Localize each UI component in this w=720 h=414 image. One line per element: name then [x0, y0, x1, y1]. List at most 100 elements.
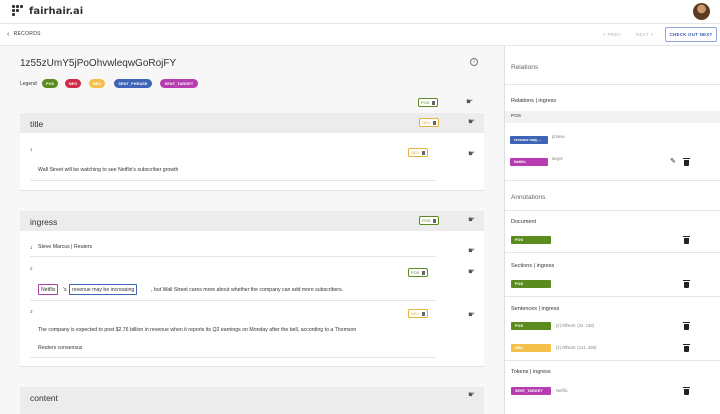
relation-phrase-note: phrase [552, 134, 565, 139]
title-card-header [20, 113, 484, 133]
trash-icon[interactable] [683, 158, 690, 166]
relation-group-label: POS [511, 114, 522, 119]
line-number: 3 [30, 309, 33, 314]
sent-target-highlight[interactable]: Netflix [38, 284, 59, 295]
trash-icon[interactable] [433, 120, 437, 125]
legend-neu: NEU [89, 79, 105, 88]
ingress-line-2-tag[interactable]: POS [408, 268, 429, 277]
content-card-heading: content [30, 393, 58, 403]
app-name: fairhair.ai [29, 5, 84, 17]
ingress-card-tag[interactable]: POS [419, 216, 440, 225]
document-tag[interactable]: POS [418, 98, 439, 107]
legend-neg: NEG [65, 79, 81, 88]
back-to-records-link[interactable]: ‹ RECORDS [7, 30, 41, 38]
trash-icon[interactable] [422, 270, 426, 275]
logo[interactable]: fairhair.ai [12, 5, 83, 17]
back-label: RECORDS [13, 31, 41, 37]
section-divider [505, 180, 720, 181]
prev-button[interactable]: < PREV [603, 32, 621, 37]
annotations-title: Annotations [511, 194, 546, 201]
trash-icon[interactable] [683, 280, 690, 288]
line-divider [30, 357, 436, 358]
document-pos-badge[interactable]: POS [511, 236, 551, 244]
trash-icon[interactable] [683, 322, 690, 330]
title-card-heading: title [30, 119, 44, 129]
line-number: 2 [30, 266, 33, 271]
title-card-tag-label: NEU [422, 120, 431, 125]
document-tag-label: POS [421, 100, 430, 105]
sentence-neu-badge[interactable]: NEU [511, 344, 551, 352]
ingress-line-3-tag[interactable]: NEU [408, 309, 429, 318]
hand-pointer-icon[interactable]: ☛ [468, 118, 477, 126]
trash-icon[interactable] [422, 311, 426, 316]
document-label: Document [511, 219, 537, 225]
sections-label: Sections | ingress [511, 263, 555, 269]
next-button[interactable]: NEXT > [636, 32, 654, 37]
section-divider [505, 210, 720, 211]
hand-pointer-icon[interactable]: ☛ [468, 391, 477, 399]
trash-icon[interactable] [422, 150, 426, 155]
line-divider [30, 180, 436, 181]
sentence-neu-offsets: [3] Offsets: (141, 286) [556, 345, 597, 350]
trash-icon[interactable] [432, 100, 436, 105]
legend-label: Legend [20, 81, 37, 87]
line-number: 1 [30, 245, 33, 250]
relation-group-header [505, 111, 720, 123]
line-divider [30, 300, 436, 301]
top-bar: fairhair.ai [0, 0, 720, 24]
token-target-badge[interactable]: SENT_TARGET [511, 387, 551, 395]
section-divider [505, 360, 720, 361]
ingress-card-header [20, 211, 484, 231]
ingress-line-3-text-cont[interactable]: Reuters consensus [38, 345, 82, 351]
ingress-line-3-text[interactable]: The company is expected to post $2.76 bi… [38, 327, 356, 333]
ingress-card-tag-label: POS [422, 218, 431, 223]
hand-pointer-icon[interactable]: ☛ [468, 150, 477, 158]
relation-target-note: target [552, 156, 563, 161]
relation-phrase-badge[interactable]: revenue may ... [510, 136, 548, 144]
trash-icon[interactable] [683, 387, 690, 395]
hand-pointer-icon[interactable]: ☛ [468, 268, 477, 276]
relation-target-badge[interactable]: Netflix [510, 158, 548, 166]
sentence-pos-badge[interactable]: POS [511, 322, 551, 330]
check-out-next-button[interactable]: CHECK OUT NEXT [665, 27, 717, 42]
ingress-line-2-tag-label: POS [411, 270, 420, 275]
logo-mark-icon [12, 5, 24, 17]
avatar[interactable] [693, 3, 710, 20]
ingress-card-body [20, 231, 484, 367]
legend-sent-phrase: SENT_PHRASE [114, 79, 152, 88]
ingress-line-2-text[interactable]: , but Wall Street cares more about wheth… [151, 287, 343, 293]
chevron-left-icon: ‹ [7, 30, 10, 38]
ingress-line-1-text[interactable]: Steve Marcus | Reuters [38, 244, 92, 250]
title-card-tag[interactable]: NEU [419, 118, 440, 127]
sent-phrase-highlight[interactable]: revenue may be increasing [69, 284, 138, 295]
trash-icon[interactable] [683, 236, 690, 244]
section-divider [505, 296, 720, 297]
token-target-note: Netflix [556, 388, 568, 393]
record-toolbar: ‹ RECORDS < PREV NEXT > CHECK OUT NEXT [0, 24, 720, 46]
ingress-card-heading: ingress [30, 217, 58, 227]
possessive-text: 's [63, 287, 67, 293]
info-icon[interactable]: i [470, 58, 478, 66]
relations-title: Relations [511, 64, 539, 71]
title-line-tag[interactable]: NEU [408, 148, 429, 157]
sentences-label: Sentences | ingress [511, 306, 560, 312]
edit-icon[interactable]: ✎ [670, 158, 677, 165]
line-divider [30, 256, 436, 257]
trash-icon[interactable] [683, 344, 690, 352]
hand-pointer-icon[interactable]: ☛ [468, 311, 477, 319]
legend-sent-target: SENT_TARGET [160, 79, 198, 88]
sections-pos-badge[interactable]: POS [511, 280, 551, 288]
legend-pos: POS [42, 79, 58, 88]
title-line-text[interactable]: Wall Street will be watching to see Netf… [38, 167, 178, 173]
title-line-tag-label: NEU [411, 150, 420, 155]
title-card-body [20, 133, 484, 191]
tokens-label: Tokens | ingress [511, 369, 551, 375]
ingress-line-3-tag-label: NEU [411, 311, 420, 316]
hand-pointer-icon[interactable]: ☛ [468, 216, 477, 224]
content-card-header [20, 387, 484, 414]
line-number: 1 [30, 147, 33, 152]
hand-pointer-icon[interactable]: ☛ [468, 247, 477, 255]
trash-icon[interactable] [433, 218, 437, 223]
relations-subtitle: Relations | ingress [511, 98, 557, 104]
hand-pointer-icon[interactable]: ☛ [466, 98, 475, 106]
